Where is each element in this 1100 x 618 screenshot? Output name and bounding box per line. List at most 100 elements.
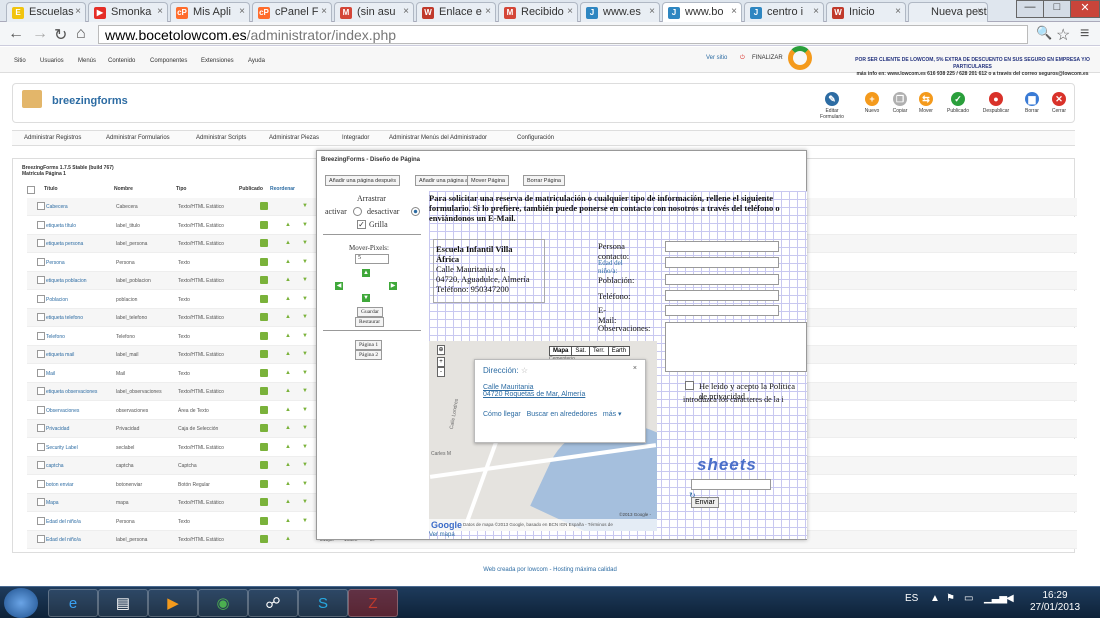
tab-close-icon[interactable]: ×	[567, 6, 573, 17]
observaciones-textarea[interactable]	[665, 322, 807, 372]
map-zoom-in[interactable]: +	[437, 357, 445, 367]
info-close-icon[interactable]: ×	[633, 365, 637, 372]
browser-tab[interactable]: W Inicio ×	[826, 2, 906, 22]
view-map-link[interactable]: Ver mapa	[429, 532, 455, 538]
row-checkbox[interactable]	[37, 479, 45, 488]
published-icon[interactable]	[260, 331, 268, 340]
volume-icon[interactable]: ◀	[1006, 593, 1014, 604]
poblacion-label[interactable]: Población:	[598, 275, 634, 285]
move-up-icon[interactable]: ▲	[285, 370, 291, 376]
published-icon[interactable]	[260, 442, 268, 451]
move-down-icon[interactable]: ▼	[302, 407, 308, 413]
move-down-icon[interactable]: ▼	[302, 499, 308, 505]
published-icon[interactable]	[260, 498, 268, 506]
row-title-link[interactable]: Observaciones	[46, 408, 79, 414]
select-all-checkbox[interactable]	[27, 186, 35, 196]
toolbar-button-publicado[interactable]: ✓ Publicado	[942, 92, 974, 114]
row-title-link[interactable]: Poblacion	[46, 297, 68, 303]
row-checkbox[interactable]	[37, 239, 45, 247]
header-type[interactable]: Tipo	[176, 186, 186, 192]
row-checkbox[interactable]	[37, 294, 45, 303]
info-address-line2[interactable]: 04720 Roquetas de Mar, Almería	[483, 391, 637, 398]
save-button[interactable]: Guardar	[357, 307, 384, 317]
browser-tab[interactable]: cP Mis Apli ×	[170, 2, 250, 22]
signal-icon[interactable]: ▁▃▅	[984, 593, 1007, 604]
admin-menu-item[interactable]: Sitio	[14, 58, 26, 64]
published-icon[interactable]	[260, 220, 268, 229]
published-icon[interactable]	[260, 313, 268, 321]
move-up-icon[interactable]: ▲	[285, 351, 291, 357]
row-checkbox[interactable]	[37, 220, 45, 229]
battery-icon[interactable]: ▭	[964, 593, 973, 604]
move-down-icon[interactable]: ▼	[302, 518, 308, 524]
observaciones-label[interactable]: Observaciones:	[598, 323, 650, 333]
move-down-icon[interactable]: ▼	[302, 296, 308, 302]
explorer-folder-icon[interactable]: ▤	[98, 589, 148, 617]
published-icon[interactable]	[260, 368, 268, 377]
more-link[interactable]: más ▾	[603, 411, 622, 418]
map-pan-controls[interactable]: ⊕ + -	[437, 345, 445, 377]
tab-close-icon[interactable]: ×	[813, 6, 819, 17]
published-icon[interactable]	[260, 461, 268, 469]
delete-page-button[interactable]: Borrar Página	[523, 175, 565, 186]
toolbar-button-cerrar[interactable]: ✕ Cerrar	[1043, 92, 1075, 114]
school-address-block[interactable]: Escuela Infantil Villa África Calle Maur…	[433, 239, 545, 303]
move-up-icon[interactable]: ▲	[285, 388, 291, 394]
drag-activate-radio[interactable]	[353, 207, 362, 216]
row-title-link[interactable]: etiqueta mail	[46, 352, 74, 358]
email-label[interactable]: E-Mail:	[598, 305, 616, 325]
row-checkbox[interactable]	[37, 276, 45, 284]
persona-input[interactable]	[665, 241, 779, 252]
browser-tab[interactable]: M Recibido ×	[498, 2, 578, 22]
tab-close-icon[interactable]: ×	[731, 6, 737, 17]
add-page-after-button[interactable]: Añadir una página después	[325, 175, 400, 186]
browser-tab[interactable]: cP cPanel F ×	[252, 2, 332, 22]
row-checkbox[interactable]	[37, 516, 45, 525]
move-up-icon[interactable]: ▲	[285, 259, 291, 265]
move-down-icon[interactable]: ▼	[302, 388, 308, 394]
published-icon[interactable]	[260, 405, 268, 414]
row-title-link[interactable]: etiqueta poblacion	[46, 278, 87, 284]
tab-close-icon[interactable]: ×	[977, 6, 983, 17]
move-down-icon[interactable]: ▼	[302, 425, 308, 431]
restore-button[interactable]: Restaurar	[355, 317, 385, 327]
form-intro-text[interactable]: Para solicitar una reserva de matriculac…	[429, 193, 797, 223]
row-checkbox[interactable]	[37, 442, 45, 451]
logout-link[interactable]: FINALIZAR	[752, 55, 783, 61]
map-type-earth[interactable]: Earth	[607, 346, 631, 356]
map-type-sat[interactable]: Sat.	[571, 346, 591, 356]
row-title-link[interactable]: boton enviar	[46, 482, 74, 488]
move-up-icon[interactable]: ▲	[285, 277, 291, 283]
row-title-link[interactable]: etiqueta persona	[46, 241, 83, 247]
admin-menu-item[interactable]: Ayuda	[248, 58, 265, 64]
move-up-icon[interactable]: ▲	[285, 296, 291, 302]
move-right-icon[interactable]: ▶	[389, 282, 397, 290]
row-title-link[interactable]: Security Label	[46, 445, 78, 451]
move-up-icon[interactable]: ▲	[285, 462, 291, 468]
published-icon[interactable]	[260, 535, 268, 543]
poblacion-input[interactable]	[665, 274, 779, 285]
tab-close-icon[interactable]: ×	[239, 6, 245, 17]
admin-menu-item[interactable]: Usuarios	[40, 58, 64, 64]
tab-close-icon[interactable]: ×	[321, 6, 327, 17]
published-icon[interactable]	[260, 387, 268, 395]
browser-tab[interactable]: Nueva pest ×	[908, 2, 988, 22]
published-icon[interactable]	[260, 424, 268, 432]
row-checkbox[interactable]	[37, 535, 45, 543]
page-2-button[interactable]: Página 2	[355, 350, 383, 360]
map-type-terrain[interactable]: Terr.	[589, 346, 609, 356]
row-title-link[interactable]: Persona	[46, 260, 65, 266]
close-window-button[interactable]: ✕	[1070, 0, 1100, 18]
info-address-line1[interactable]: Calle Mauritania	[483, 384, 637, 391]
zoom-icon[interactable]: 🔍	[1036, 25, 1052, 41]
page-1-button[interactable]: Página 1	[355, 340, 383, 350]
move-pixels-input[interactable]: 5	[355, 254, 389, 264]
move-up-icon[interactable]: ▲	[285, 536, 291, 542]
admin-menu-item[interactable]: Contenido	[108, 58, 135, 64]
published-icon[interactable]	[260, 479, 268, 488]
tab-close-icon[interactable]: ×	[75, 6, 81, 17]
published-icon[interactable]	[260, 239, 268, 247]
row-checkbox[interactable]	[37, 257, 45, 266]
row-checkbox[interactable]	[37, 313, 45, 321]
browser-tab[interactable]: Jcentro i ×	[744, 2, 824, 22]
